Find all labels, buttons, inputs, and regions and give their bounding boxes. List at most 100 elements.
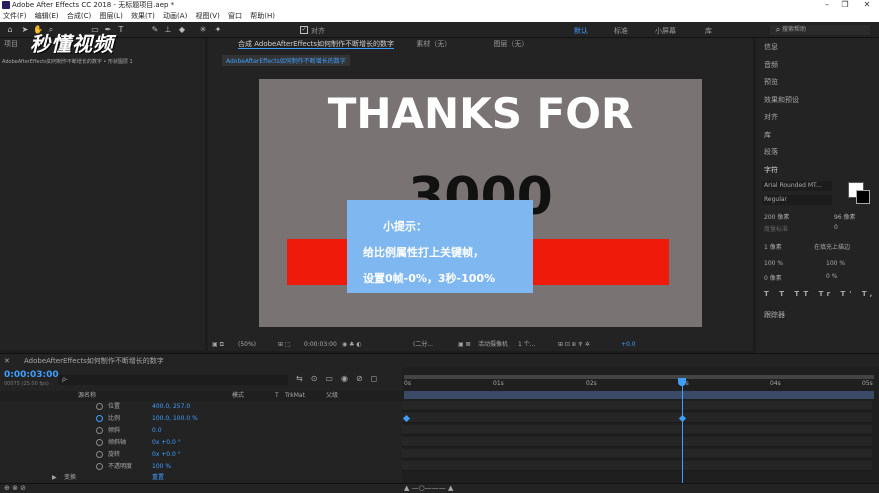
- layer-tab[interactable]: 图层（无）: [493, 40, 528, 48]
- effects-presets-tab[interactable]: 效果和预设: [764, 95, 799, 105]
- workspace-default[interactable]: 默认: [574, 26, 588, 36]
- resolution-select[interactable]: (二分...: [413, 338, 433, 351]
- grid-icon[interactable]: ⊞ ⬚: [278, 338, 291, 351]
- workspace-library[interactable]: 库: [705, 26, 712, 36]
- search-help-input[interactable]: 搜索帮助: [770, 25, 870, 35]
- property-row-scale[interactable]: 比例 100.0, 100.0 %: [0, 413, 402, 424]
- property-value[interactable]: 100.0, 100.0 %: [152, 413, 198, 424]
- stopwatch-icon[interactable]: [96, 427, 103, 434]
- libraries-panel-tab[interactable]: 库: [764, 130, 771, 140]
- menu-effect[interactable]: 效果(T): [128, 10, 158, 22]
- stroke-mode-select[interactable]: 在填充上描边: [814, 242, 850, 251]
- vertical-scale-field[interactable]: 100 %: [764, 260, 783, 267]
- text-style-buttons[interactable]: T T TT Tr T' T,: [764, 290, 876, 298]
- viewer-icons[interactable]: ▣ ⧉: [212, 338, 224, 351]
- col-trkmat[interactable]: TrkMat: [285, 391, 305, 401]
- property-value[interactable]: 400.0, 257.0: [152, 401, 190, 412]
- timeline-timecode[interactable]: 0:00:03:00: [4, 370, 59, 380]
- property-value[interactable]: 100 %: [152, 461, 171, 472]
- menu-window[interactable]: 窗口: [225, 10, 245, 22]
- eraser-tool-icon[interactable]: ◆: [177, 25, 187, 35]
- tracking-field[interactable]: 0: [834, 224, 838, 231]
- col-parent[interactable]: 父级: [326, 391, 338, 401]
- workspace-standard[interactable]: 标准: [614, 26, 628, 36]
- selection-tool-icon[interactable]: ➤: [20, 25, 30, 35]
- playhead-handle[interactable]: [678, 378, 686, 386]
- tsume-field[interactable]: 0 %: [826, 273, 837, 280]
- character-panel-tab[interactable]: 字符: [764, 165, 778, 175]
- maximize-icon[interactable]: ❐: [838, 0, 852, 10]
- property-row-opacity[interactable]: 不透明度 100 %: [0, 461, 402, 472]
- property-row-position[interactable]: 位置 400.0, 257.0: [0, 401, 402, 412]
- playhead[interactable]: [682, 378, 683, 493]
- work-area-bar[interactable]: [404, 375, 874, 379]
- brush-tool-icon[interactable]: ✎: [150, 25, 160, 35]
- kerning-field[interactable]: 度量标准: [764, 224, 788, 233]
- stopwatch-icon[interactable]: [96, 439, 103, 446]
- clone-tool-icon[interactable]: ⊥: [163, 25, 173, 35]
- preview-panel-tab[interactable]: 预览: [764, 77, 778, 87]
- property-value[interactable]: 0.0: [152, 425, 162, 436]
- menu-file[interactable]: 文件(F): [0, 10, 30, 22]
- comp-breadcrumb[interactable]: AdobeAfterEffects如何制作不断增长的数字: [222, 55, 350, 66]
- stroke-color-swatch[interactable]: [856, 190, 870, 204]
- stroke-width-field[interactable]: 1 像素: [764, 242, 782, 251]
- horizontal-scale-field[interactable]: 100 %: [826, 260, 845, 267]
- col-mode[interactable]: 模式: [232, 391, 244, 401]
- audio-panel-tab[interactable]: 音频: [764, 60, 778, 70]
- viewer-timecode[interactable]: 0:00:03:00: [304, 338, 337, 351]
- info-panel-tab[interactable]: 信息: [764, 42, 778, 52]
- property-value[interactable]: 0x +0.0 °: [152, 449, 181, 460]
- timeline-tab[interactable]: AdobeAfterEffects如何制作不断增长的数字: [24, 354, 164, 368]
- home-icon[interactable]: ⌂: [5, 25, 15, 35]
- font-family-select[interactable]: Arial Rounded MT...: [762, 181, 832, 191]
- footer-toggle-icons[interactable]: ⊕ ⊗ ⊘: [4, 484, 26, 492]
- workspace-small-screen[interactable]: 小屏幕: [655, 26, 676, 36]
- font-size-field[interactable]: 200 像素: [764, 212, 789, 221]
- property-value[interactable]: 0x +0.0 °: [152, 437, 181, 448]
- timeline-switch-icons[interactable]: ⇆⊙▭◉⊘◻: [296, 374, 385, 383]
- roi-icon[interactable]: ▣ ⊠: [458, 338, 471, 351]
- align-checkbox[interactable]: ✓: [300, 26, 308, 34]
- property-row-skew[interactable]: 倾斜 0.0: [0, 425, 402, 436]
- paragraph-panel-tab[interactable]: 段落: [764, 147, 778, 157]
- baseline-shift-field[interactable]: 0 像素: [764, 273, 782, 282]
- stopwatch-icon[interactable]: [96, 451, 103, 458]
- property-row-skew-axis[interactable]: 倾斜轴 0x +0.0 °: [0, 437, 402, 448]
- puppet-tool-icon[interactable]: ✳: [198, 25, 208, 35]
- tracker-panel-tab[interactable]: 跟踪器: [764, 310, 785, 320]
- leading-field[interactable]: 96 像素: [834, 212, 856, 221]
- menu-help[interactable]: 帮助(H): [247, 10, 278, 22]
- zoom-slider[interactable]: ▲ —○——— ▲: [404, 484, 453, 492]
- font-style-select[interactable]: Regular: [762, 195, 832, 205]
- stopwatch-icon[interactable]: [96, 463, 103, 470]
- exposure-value[interactable]: +0.0: [621, 338, 636, 351]
- menu-animation[interactable]: 动画(A): [160, 10, 190, 22]
- snapshot-icon[interactable]: ◉ ♣ ◐: [342, 338, 362, 351]
- viewer-options-icons[interactable]: ⊞ ⊡ ⧈ ♆ ✲: [558, 338, 590, 351]
- expand-arrow-icon[interactable]: ▶: [52, 472, 57, 483]
- views-select[interactable]: 1 个...: [518, 338, 535, 351]
- align-panel-tab[interactable]: 对齐: [764, 112, 778, 122]
- menu-edit[interactable]: 编辑(E): [32, 10, 62, 22]
- transform-row[interactable]: ▶ 变换 重置: [0, 472, 402, 483]
- layer-duration-bar[interactable]: [404, 391, 874, 399]
- menu-layer[interactable]: 图层(L): [96, 10, 125, 22]
- close-tab-icon[interactable]: ✕: [4, 354, 10, 368]
- footage-tab[interactable]: 素材（无）: [416, 40, 451, 48]
- reset-link[interactable]: 重置: [152, 472, 164, 483]
- layer-search-input[interactable]: ρ-: [58, 375, 288, 385]
- type-tool-icon[interactable]: T: [116, 25, 126, 35]
- close-icon[interactable]: ✕: [860, 0, 874, 10]
- menu-composition[interactable]: 合成(C): [64, 10, 94, 22]
- stopwatch-icon[interactable]: [96, 415, 103, 422]
- zoom-select[interactable]: (50%): [238, 338, 256, 351]
- camera-select[interactable]: 活动摄像机: [478, 338, 508, 351]
- pin-tool-icon[interactable]: ✦: [213, 25, 223, 35]
- property-row-rotation[interactable]: 旋转 0x +0.0 °: [0, 449, 402, 460]
- stopwatch-icon[interactable]: [96, 403, 103, 410]
- menu-view[interactable]: 视图(V): [193, 10, 223, 22]
- minimize-icon[interactable]: –: [820, 0, 834, 10]
- col-source-name[interactable]: 源名称: [78, 391, 96, 401]
- comp-tab[interactable]: 合成 AdobeAfterEffects如何制作不断增长的数字: [238, 40, 394, 49]
